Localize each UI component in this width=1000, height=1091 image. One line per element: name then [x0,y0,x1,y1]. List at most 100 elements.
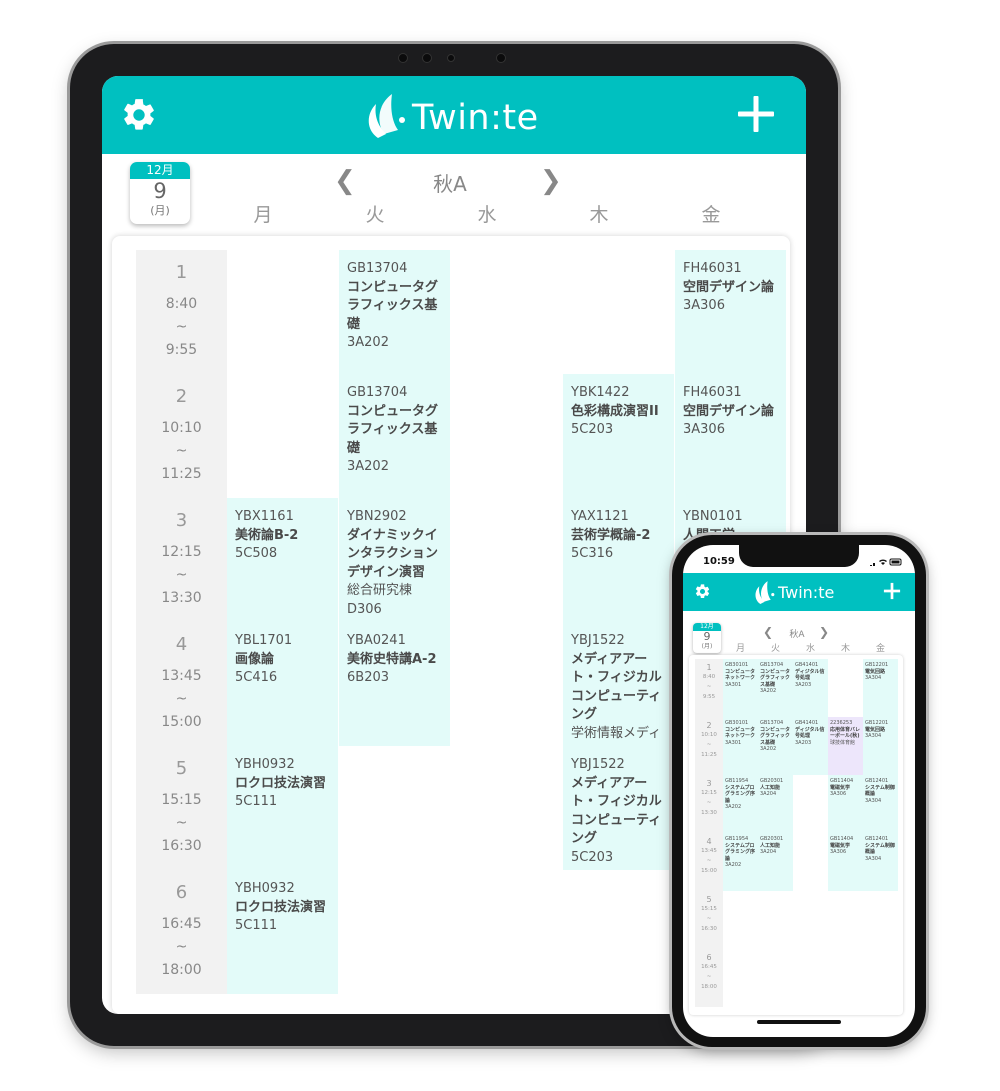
class-cell[interactable]: GB41401 ディジタル信号処理 3A203 [793,659,828,717]
class-cell[interactable]: YBJ1522 メディアアート・フィジカルコンピューティング学術情報メディ [563,622,674,746]
class-room: 5C203 [571,849,614,865]
class-room: 5C111 [235,794,278,809]
period-label: 4 13:45 ~15:00 [695,833,723,891]
class-name: ディジタル信号処理 [795,668,825,682]
plus-icon[interactable] [736,94,776,134]
class-name: 人工知能 [760,842,781,849]
class-cell[interactable]: YAX1121 芸術学概論-2 5C316 [563,498,674,622]
class-cell[interactable]: GB13704 コンピュータグラフィックス基礎 3A202 [758,717,793,775]
class-cell[interactable]: GB11954 システムプログラミング序論 3A202 [723,775,758,833]
phone-today-date-badge[interactable]: 12月 9 (月) [693,623,721,653]
app-header: Twin:te [102,76,806,154]
day-header: 木 [589,204,609,226]
period-tilde: ~ [175,319,188,335]
class-name: システム制御概論 [865,842,895,856]
class-cell[interactable]: YBK1422 色彩構成演習II 5C203 [563,374,674,498]
class-room: 5C316 [571,546,614,561]
day-header: 月 [735,644,745,654]
chevron-left-icon[interactable]: ❮ [763,625,773,639]
class-name: 応用体育バレーボール(秋) [830,726,861,740]
class-cell[interactable]: YBH0932 ロクロ技法演習 5C111 [227,746,338,870]
period-tilde: ~ [706,742,712,748]
chevron-right-icon[interactable]: ❯ [540,166,562,196]
period-num: 6 [175,882,188,903]
class-cell[interactable]: GB20301 人工知能 3A204 [758,775,793,833]
class-cell[interactable]: GB13704 コンピュータグラフィックス基礎 3A202 [339,374,450,498]
class-cell[interactable]: FH46031 空間デザイン論 3A306 [675,250,786,374]
class-code: FH46031 [683,261,742,276]
period-label: 2 10:10 ~11:25 [136,374,227,498]
class-cell[interactable]: GB20301 人工知能 3A204 [758,833,793,891]
class-cell[interactable]: GB13704 コンピュータグラフィックス基礎 3A202 [339,250,450,374]
class-cell[interactable]: YBL1701 画像論 5C416 [227,622,338,746]
class-code: GB30101 [725,720,749,726]
class-cell[interactable]: YBJ1522 メディアアート・フィジカルコンピューティング 5C203 [563,746,674,870]
class-cell[interactable]: GB11404 電磁気学 3A306 [828,833,863,891]
class-name: 電気回路 [865,726,886,733]
period-end: 18:00 [701,984,717,990]
class-cell[interactable]: 2236253 応用体育バレーボール(秋) 球技体育館 [828,717,863,775]
class-cell[interactable]: GB12401 システム制御概論 3A304 [863,775,898,833]
class-code: GB11404 [830,778,854,784]
period-num: 1 [706,663,712,672]
class-code: YBX1161 [235,509,294,524]
period-tilde: ~ [706,858,712,864]
class-cell[interactable]: GB30101 コンピュータネットワーク 3A301 [723,659,758,717]
period-tilde: ~ [706,800,712,806]
tablet-camera-lens [447,54,455,62]
tablet-camera-dot [398,53,408,63]
class-name: コンピュータネットワーク [725,726,756,740]
class-name: 空間デザイン論 [683,279,775,295]
date-day: 9 [153,179,167,203]
day-header: 月 [253,204,273,226]
class-name: メディアアート・フィジカルコンピューティング [571,651,662,723]
class-room: 3A301 [725,739,742,746]
class-code: GB12201 [865,720,889,726]
class-cell[interactable]: GB30101 コンピュータネットワーク 3A301 [723,717,758,775]
class-cell[interactable]: GB12201 電気回路 3A304 [863,717,898,775]
period-end: 9:55 [702,694,716,700]
class-room: 3A202 [347,335,389,350]
plus-icon[interactable] [883,582,901,600]
period-start: 8:40 [702,674,716,680]
class-cell[interactable]: GB41401 ディジタル信号処理 3A203 [793,717,828,775]
class-code: GB12201 [865,662,889,668]
period-label: 3 12:15 ~13:30 [695,775,723,833]
class-cell[interactable]: YBX1161 美術論B-2 5C508 [227,498,338,622]
class-room: 学術情報メディ [571,725,662,741]
period-num: 3 [175,510,188,531]
class-name: 電気回路 [865,668,886,675]
class-name: システム制御概論 [865,784,895,798]
class-name: ロクロ技法演習 [235,775,327,791]
period-end: 18:00 [161,962,202,978]
gear-icon[interactable] [120,96,158,134]
class-code: GB41401 [795,662,819,668]
class-room: 5C416 [235,670,278,685]
class-room: 5C203 [571,422,614,437]
class-cell[interactable]: FH46031 空間デザイン論 3A306 [675,374,786,498]
class-cell[interactable]: YBN2902 ダイナミックインタラクションデザイン演習 総合研究棟D306 [339,498,450,622]
class-cell[interactable]: YBH0932 ロクロ技法演習 5C111 [227,870,338,994]
period-label: 6 16:45 ~18:00 [136,870,227,994]
chevron-left-icon[interactable]: ❮ [334,166,356,196]
gear-icon[interactable] [694,583,711,600]
class-room: 3A204 [760,791,777,798]
class-name: システムプログラミング序論 [725,842,756,862]
class-cell[interactable]: GB11954 システムプログラミング序論 3A202 [723,833,758,891]
period-label: 5 15:15 ~16:30 [136,746,227,870]
class-cell[interactable]: GB12201 電気回路 3A304 [863,659,898,717]
class-code: FH46031 [683,385,742,400]
period-start: 12:15 [161,544,202,560]
class-cell[interactable]: YBA0241 美術史特講A-2 6B203 [339,622,450,746]
class-name: 美術史特講A-2 [347,651,437,667]
period-label: 5 15:15 ~16:30 [695,891,723,949]
class-cell[interactable]: GB12401 システム制御概論 3A304 [863,833,898,891]
class-code: GB11954 [725,836,749,842]
class-name: 人工知能 [760,784,781,791]
class-code: YBH0932 [235,881,295,896]
class-cell[interactable]: GB13704 コンピュータグラフィックス基礎 3A202 [758,659,793,717]
class-code: YBJ1522 [571,633,625,648]
today-date-badge[interactable]: 12月 9 (月) [130,162,190,224]
class-cell[interactable]: GB11404 電磁気学 3A306 [828,775,863,833]
chevron-right-icon[interactable]: ❯ [819,625,829,639]
